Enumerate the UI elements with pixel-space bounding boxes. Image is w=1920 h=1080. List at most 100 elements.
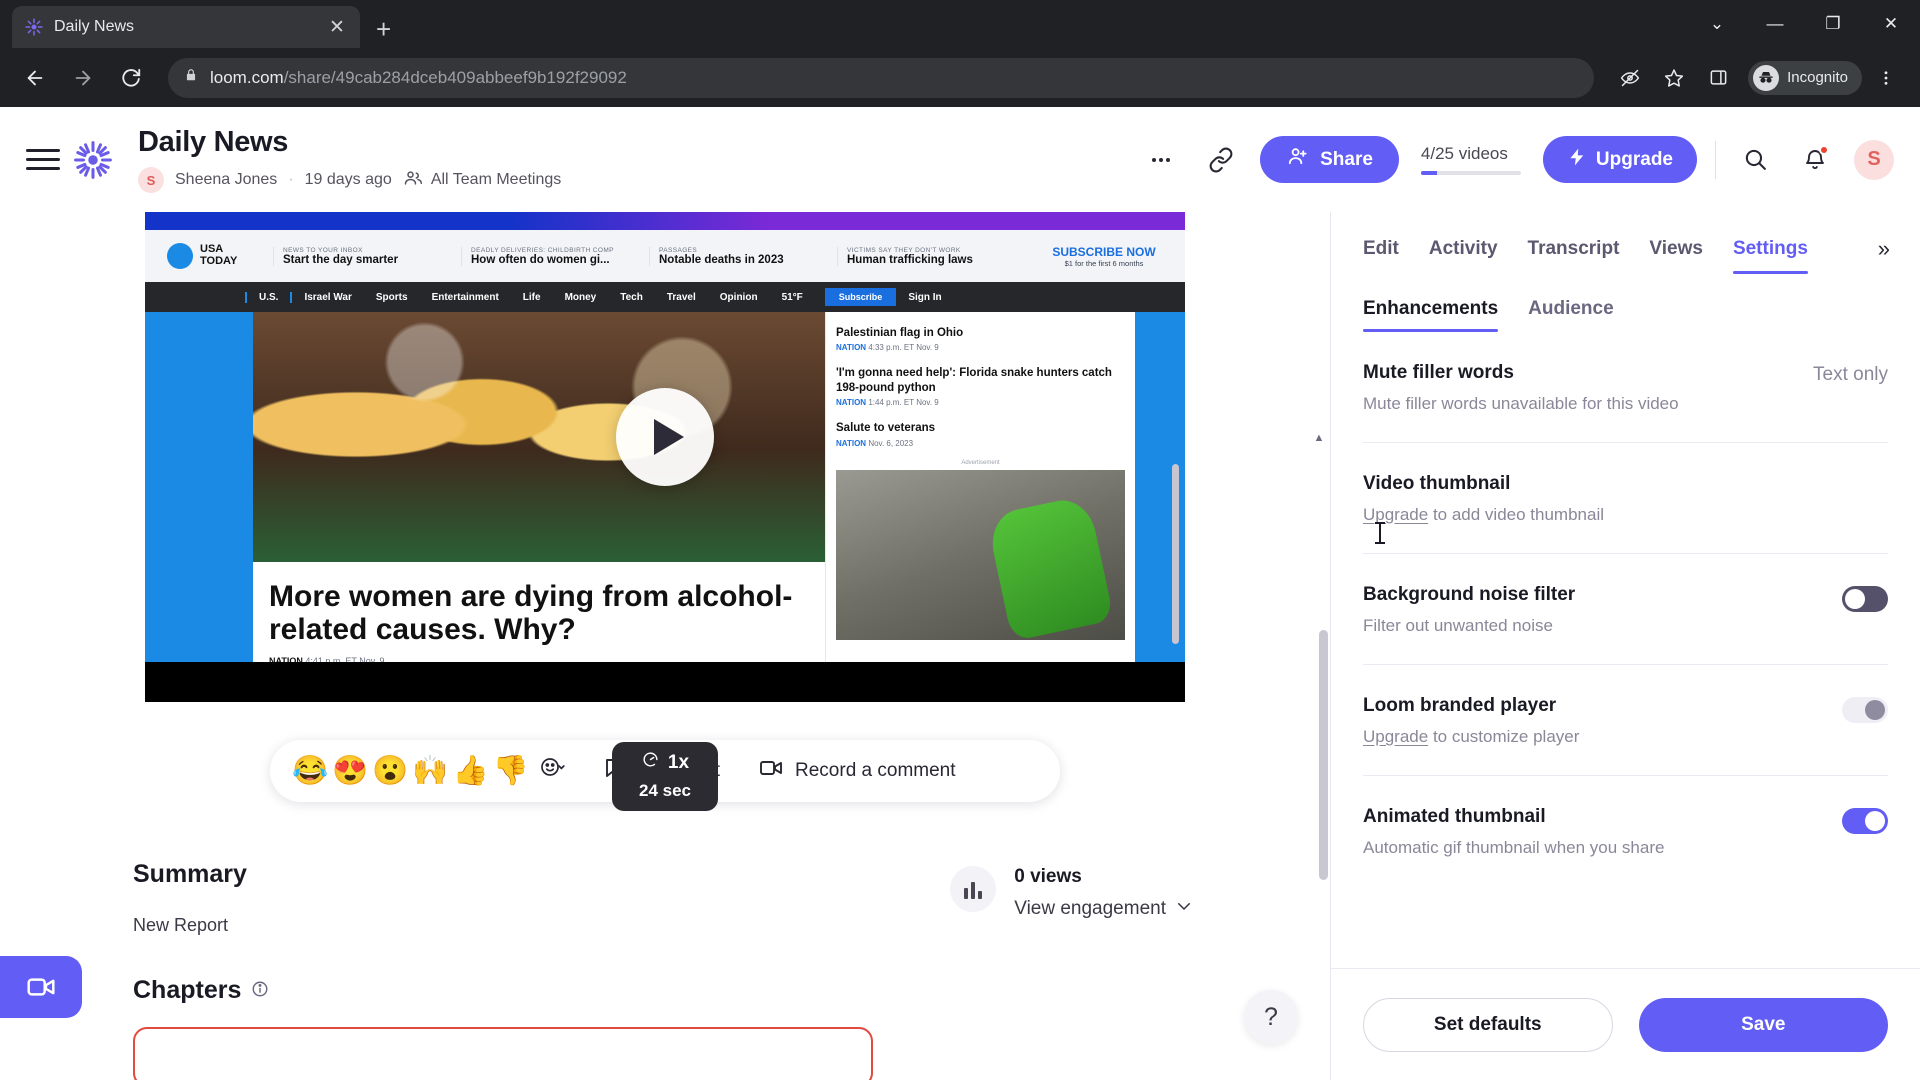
subtab-audience[interactable]: Audience [1528, 298, 1614, 332]
upgrade-link[interactable]: Upgrade [1363, 505, 1428, 524]
promo-headline: How often do women gi... [471, 253, 610, 266]
news-promo: DEADLY DELIVERIES: CHILDBIRTH COMP How o… [461, 246, 649, 266]
tab-transcript[interactable]: Transcript [1528, 238, 1620, 274]
views-count: 0 views [1014, 866, 1082, 887]
video-inner-scrollbar[interactable] [1172, 464, 1179, 644]
scroll-up-arrow-icon[interactable]: ▲ [1310, 432, 1328, 444]
panel-subtab-row: Enhancements Audience [1331, 276, 1920, 332]
upgrade-link[interactable]: Upgrade [1363, 727, 1428, 746]
sidebar-section: NATION [836, 398, 867, 408]
setting-subtitle-rest: to customize player [1428, 727, 1580, 746]
reaction-emoji[interactable]: 👎 [493, 756, 529, 786]
bar-chart-icon [950, 866, 997, 912]
emoji-picker-icon[interactable] [539, 755, 565, 788]
subscribe-title: SUBSCRIBE NOW [1052, 244, 1156, 259]
news-weather-temp: 51°F [781, 291, 803, 303]
news-sidebar: Palestinian flag in Ohio NATION 4:33 p.m… [825, 312, 1135, 662]
setting-value-text[interactable]: Text only [1813, 362, 1888, 386]
play-icon [654, 419, 684, 456]
news-nav-item: Travel [666, 291, 696, 303]
reload-icon[interactable] [110, 57, 152, 99]
subtab-enhancements[interactable]: Enhancements [1363, 298, 1499, 332]
user-avatar[interactable]: S [1854, 139, 1894, 180]
video-pane: USA TODAY NEWS TO YOUR INBOX Start the da… [0, 212, 1330, 1080]
three-dot-vertical-icon[interactable] [1866, 58, 1906, 98]
tab-views[interactable]: Views [1649, 238, 1703, 274]
playback-speed-badge[interactable]: 1x 24 sec [612, 742, 718, 811]
video-timestamp: 19 days ago [304, 171, 392, 188]
logo-line-1: USA [200, 243, 224, 256]
video-player[interactable]: USA TODAY NEWS TO YOUR INBOX Start the da… [145, 212, 1185, 702]
tab-settings[interactable]: Settings [1732, 238, 1808, 274]
meta-separator: · [288, 171, 294, 188]
loom-branded-player-toggle[interactable] [1842, 697, 1888, 723]
setting-title: Loom branded player [1363, 695, 1557, 716]
side-panel-icon[interactable] [1698, 58, 1738, 98]
news-promo: PASSAGES Notable deaths in 2023 [649, 246, 837, 266]
chevron-down-icon [1175, 897, 1193, 921]
news-promo: VICTIMS SAY THEY DON'T WORK Human traffi… [837, 246, 1025, 266]
tab-close-icon[interactable]: ✕ [326, 18, 348, 37]
news-headline-block: More women are dying from alcohol-relate… [253, 562, 825, 662]
summary-body: New Report [133, 915, 229, 935]
news-nav-item: Money [564, 291, 597, 303]
tab-activity[interactable]: Activity [1429, 238, 1498, 274]
set-defaults-button[interactable]: Set defaults [1363, 997, 1613, 1052]
news-nav-bar: U.S. Israel War Sports Entertainment Life Mon… [145, 282, 1185, 312]
browser-tab-title: Daily News [54, 18, 135, 35]
search-icon[interactable] [1734, 139, 1776, 181]
background-noise-filter-toggle[interactable] [1842, 586, 1888, 612]
address-bar[interactable]: loom.com/share/49cab284dceb409abbeef9b19… [168, 57, 1595, 98]
setting-title: Video thumbnail [1363, 473, 1511, 494]
profile-chip[interactable]: Incognito [1748, 60, 1862, 95]
reaction-emoji[interactable]: 🙌 [412, 756, 448, 786]
folder-link[interactable]: All Team Meetings [403, 168, 561, 193]
star-icon[interactable] [1654, 58, 1694, 98]
setting-subtitle-rest: to add video thumbnail [1428, 505, 1605, 524]
news-ad-label: Advertisement [961, 459, 1000, 466]
videos-quota[interactable]: 4/25 videos [1420, 144, 1521, 175]
tab-edit[interactable]: Edit [1363, 238, 1399, 274]
loom-logo-icon[interactable] [74, 140, 112, 179]
url-text: loom.com/share/49cab284dceb409abbeef9b19… [210, 67, 627, 87]
usa-today-logo: USA TODAY [155, 243, 273, 269]
promo-headline: Notable deaths in 2023 [659, 253, 784, 266]
record-video-fab[interactable] [0, 956, 82, 1018]
title-block: Daily News S Sheena Jones · 19 days ago … [138, 126, 561, 193]
view-engagement-label: View engagement [1014, 898, 1166, 919]
more-options-button[interactable] [1140, 139, 1182, 181]
help-button[interactable]: ? [1244, 990, 1298, 1044]
info-icon[interactable] [251, 976, 269, 1005]
notifications-button[interactable] [1794, 139, 1836, 181]
reaction-emoji[interactable]: 😍 [332, 756, 368, 786]
page-scrollbar[interactable]: ▲ ▼ [1314, 432, 1328, 1080]
news-nav-item: Entertainment [431, 291, 499, 303]
copy-link-button[interactable] [1200, 139, 1242, 181]
chevron-down-icon[interactable]: ⌄ [1688, 2, 1746, 46]
new-tab-button[interactable]: + [376, 16, 391, 42]
view-engagement-button[interactable]: View engagement [1014, 897, 1193, 921]
animated-thumbnail-toggle[interactable] [1842, 808, 1888, 834]
eye-off-icon[interactable] [1610, 58, 1650, 98]
video-wrapper: USA TODAY NEWS TO YOUR INBOX Start the da… [145, 212, 1185, 811]
upgrade-button[interactable]: Upgrade [1542, 136, 1697, 183]
browser-tab[interactable]: Daily News ✕ [12, 6, 360, 48]
subscribe-sub: $1 for the first 6 months [1064, 258, 1144, 268]
window-close-icon[interactable]: ✕ [1862, 2, 1920, 46]
share-button[interactable]: Share [1260, 136, 1399, 183]
reaction-emoji[interactable]: 😮 [372, 756, 408, 786]
forward-icon[interactable] [62, 57, 104, 99]
maximize-icon[interactable]: ❐ [1804, 2, 1862, 46]
reaction-emoji[interactable]: 👍 [452, 756, 488, 786]
record-comment-button[interactable]: Record a comment [758, 755, 956, 787]
reaction-emoji[interactable]: 😂 [292, 756, 328, 786]
play-button[interactable] [616, 388, 714, 487]
back-icon[interactable] [14, 57, 56, 99]
save-button[interactable]: Save [1638, 997, 1888, 1052]
hamburger-menu-icon[interactable] [26, 149, 60, 170]
minimize-icon[interactable]: — [1746, 2, 1804, 46]
setting-subtitle: Upgrade to customize player [1363, 727, 1842, 747]
news-sidebar-item: Salute to veterans NATION Nov. 6, 2023 [836, 415, 1125, 455]
chapter-highlight-box[interactable] [133, 1027, 873, 1080]
double-chevron-right-icon[interactable]: » [1878, 236, 1890, 276]
